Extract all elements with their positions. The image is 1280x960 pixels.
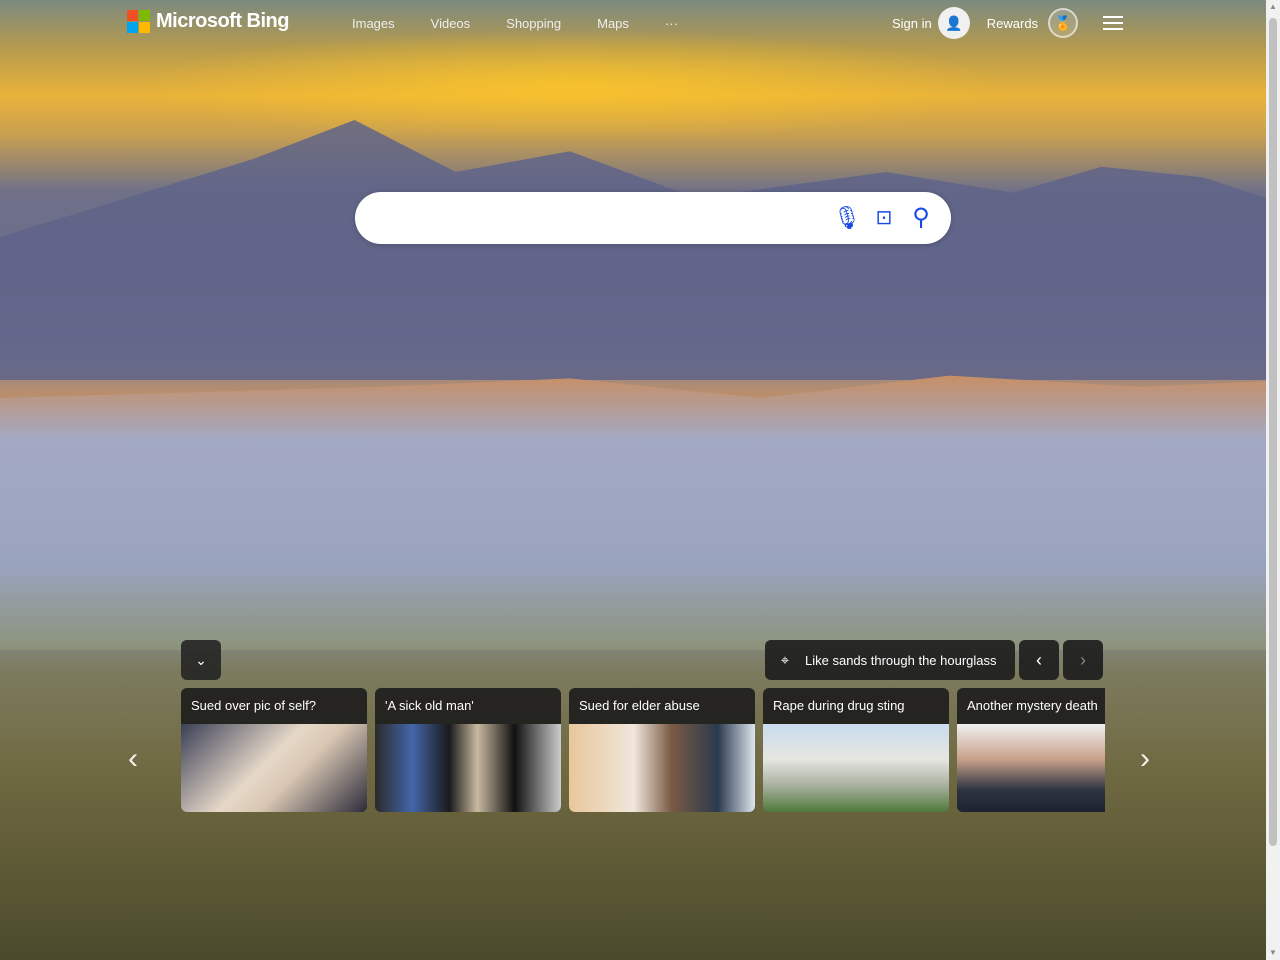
- news-card[interactable]: Sued over pic of self?: [181, 688, 367, 812]
- nav-maps[interactable]: Maps: [597, 16, 629, 31]
- news-carousel: Sued over pic of self? 'A sick old man' …: [181, 688, 1105, 812]
- news-card[interactable]: Another mystery death: [957, 688, 1105, 812]
- dunes: [0, 375, 1266, 650]
- top-nav: Images Videos Shopping Maps ···: [352, 16, 678, 31]
- news-image: [375, 724, 561, 812]
- news-prev-arrow-icon[interactable]: ‹: [128, 742, 138, 776]
- scroll-down-icon[interactable]: ▼: [1266, 946, 1280, 960]
- visual-search-icon[interactable]: ⊡: [870, 204, 898, 232]
- news-card[interactable]: 'A sick old man': [375, 688, 561, 812]
- mountains: [0, 120, 1266, 380]
- news-title: Sued over pic of self?: [191, 698, 317, 713]
- scroll-up-icon[interactable]: ▲: [1266, 0, 1280, 14]
- header: Microsoft Bing Images Videos Shopping Ma…: [0, 0, 1266, 46]
- hamburger-menu-icon[interactable]: [1103, 12, 1124, 34]
- image-title: Like sands through the hourglass: [805, 652, 997, 668]
- microsoft-logo-icon: [127, 10, 150, 33]
- logo-text: Microsoft Bing: [156, 10, 290, 32]
- rewards-link[interactable]: Rewards: [987, 16, 1038, 31]
- search-input[interactable]: [371, 206, 811, 230]
- news-image: [181, 724, 367, 812]
- clouds: [120, 30, 1020, 140]
- location-pin-icon: ⌖: [780, 651, 790, 669]
- background-image: [0, 0, 1266, 960]
- rewards-medal-icon[interactable]: 🏅: [1048, 8, 1079, 38]
- news-card[interactable]: Sued for elder abuse: [569, 688, 755, 812]
- news-image: [569, 724, 755, 812]
- news-image: [763, 724, 949, 812]
- nav-shopping[interactable]: Shopping: [506, 16, 561, 31]
- nav-more-button[interactable]: ···: [665, 16, 678, 31]
- search-box: 🎙 ⊡ ⚲: [355, 192, 951, 244]
- image-info-button[interactable]: ⌖ Like sands through the hourglass: [765, 640, 1015, 680]
- bing-logo[interactable]: Microsoft Bing: [127, 10, 290, 33]
- news-card[interactable]: Rape during drug sting: [763, 688, 949, 812]
- scrollbar[interactable]: ▲ ▼: [1266, 0, 1280, 960]
- news-title: Another mystery death: [967, 698, 1098, 713]
- news-title: Rape during drug sting: [773, 698, 905, 713]
- news-title: Sued for elder abuse: [579, 698, 700, 713]
- collapse-feed-button[interactable]: ⌄: [181, 640, 221, 680]
- search-icon[interactable]: ⚲: [907, 204, 935, 232]
- nav-images[interactable]: Images: [352, 16, 395, 31]
- microphone-icon[interactable]: 🎙: [833, 204, 861, 232]
- next-image-button[interactable]: ›: [1063, 640, 1103, 680]
- news-title: 'A sick old man': [385, 698, 474, 713]
- previous-image-button[interactable]: ‹: [1019, 640, 1059, 680]
- sign-in-link[interactable]: Sign in: [892, 16, 932, 31]
- scrollbar-thumb[interactable]: [1269, 18, 1277, 846]
- news-image: [957, 724, 1105, 812]
- avatar-icon[interactable]: 👤: [937, 7, 970, 39]
- nav-videos[interactable]: Videos: [431, 16, 471, 31]
- news-next-arrow-icon[interactable]: ›: [1140, 742, 1150, 776]
